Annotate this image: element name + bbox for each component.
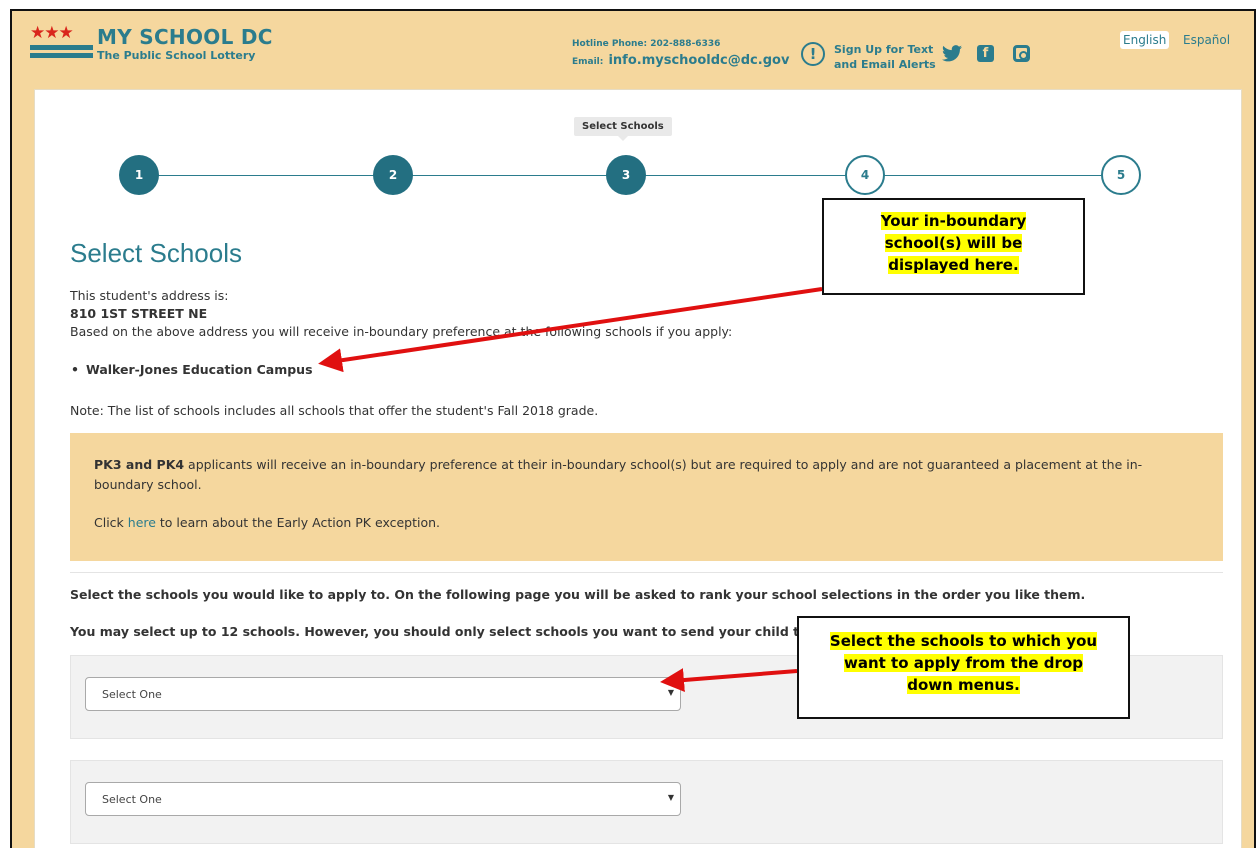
callout1-line1: Your in-boundary: [880, 212, 1027, 230]
notice-bold: PK3 and PK4: [94, 457, 185, 472]
in-boundary-school-item: Walker-Jones Education Campus: [71, 362, 313, 377]
step-tooltip: Select Schools: [574, 117, 672, 141]
school-select-row-2: Select One ▼: [70, 760, 1223, 844]
school-select-1[interactable]: Select One ▼: [85, 677, 681, 711]
pk-notice: PK3 and PK4 applicants will receive an i…: [70, 433, 1223, 561]
contact-info: Hotline Phone: 202-888-6336 Email: info.…: [572, 39, 789, 68]
exclamation-icon[interactable]: !: [801, 42, 825, 66]
callout2-line3: down menus.: [907, 676, 1020, 694]
notice-text: applicants will receive an in-boundary p…: [94, 457, 1143, 492]
logo-subtitle: The Public School Lottery: [97, 49, 256, 62]
step-1[interactable]: 1: [119, 155, 159, 195]
callout1-line3: displayed here.: [888, 256, 1019, 274]
callout1-line2: school(s) will be: [884, 234, 1023, 252]
email-link[interactable]: info.myschooldc@dc.gov: [608, 53, 789, 68]
alert-line-1: Sign Up for Text: [834, 43, 934, 56]
language-spanish-button[interactable]: Español: [1183, 31, 1230, 49]
flag-bars-icon: [30, 45, 93, 61]
callout-in-boundary: Your in-boundary school(s) will be displ…: [822, 198, 1085, 295]
dropdown-caret-icon: ▼: [667, 688, 674, 697]
school-select-2[interactable]: Select One ▼: [85, 782, 681, 816]
page-title: Select Schools: [70, 238, 242, 268]
instruction-rank: Select the schools you would like to app…: [70, 587, 1086, 602]
divider: [70, 572, 1223, 573]
instagram-icon[interactable]: [1013, 45, 1030, 62]
grade-note: Note: The list of schools includes all s…: [70, 403, 599, 418]
step-5[interactable]: 5: [1101, 155, 1141, 195]
student-address: 810 1ST STREET NE: [70, 306, 208, 321]
browser-frame: ★★★ MY SCHOOL DC The Public School Lotte…: [10, 9, 1256, 848]
boundary-text: Based on the above address you will rece…: [70, 324, 733, 339]
step-3[interactable]: 3: [606, 155, 646, 195]
select-value: Select One: [102, 688, 162, 701]
callout-dropdowns: Select the schools to which you want to …: [797, 616, 1130, 719]
step-4[interactable]: 4: [845, 155, 885, 195]
click-prefix: Click: [94, 515, 128, 530]
dropdown-caret-icon: ▼: [667, 793, 674, 802]
callout2-line1: Select the schools to which you: [829, 632, 1098, 650]
select-value: Select One: [102, 793, 162, 806]
click-suffix: to learn about the Early Action PK excep…: [155, 515, 441, 530]
instruction-limit: You may select up to 12 schools. However…: [70, 624, 813, 639]
alert-line-2: and Email Alerts: [834, 58, 936, 71]
site-header: ★★★ MY SCHOOL DC The Public School Lotte…: [12, 11, 1254, 89]
callout2-line2: want to apply from the drop: [844, 654, 1083, 672]
step-2[interactable]: 2: [373, 155, 413, 195]
facebook-icon[interactable]: f: [977, 45, 994, 62]
stars-icon: ★★★: [30, 23, 74, 43]
early-action-link[interactable]: here: [128, 515, 156, 530]
language-english-button[interactable]: English: [1120, 31, 1170, 49]
sign-up-alerts-link[interactable]: Sign Up for Text and Email Alerts: [834, 42, 936, 72]
logo-title: MY SCHOOL DC: [97, 25, 273, 49]
email-label: Email:: [572, 57, 604, 67]
twitter-icon[interactable]: [942, 45, 962, 67]
address-intro: This student's address is:: [70, 288, 229, 303]
hotline-phone: Hotline Phone: 202-888-6336: [572, 39, 721, 49]
